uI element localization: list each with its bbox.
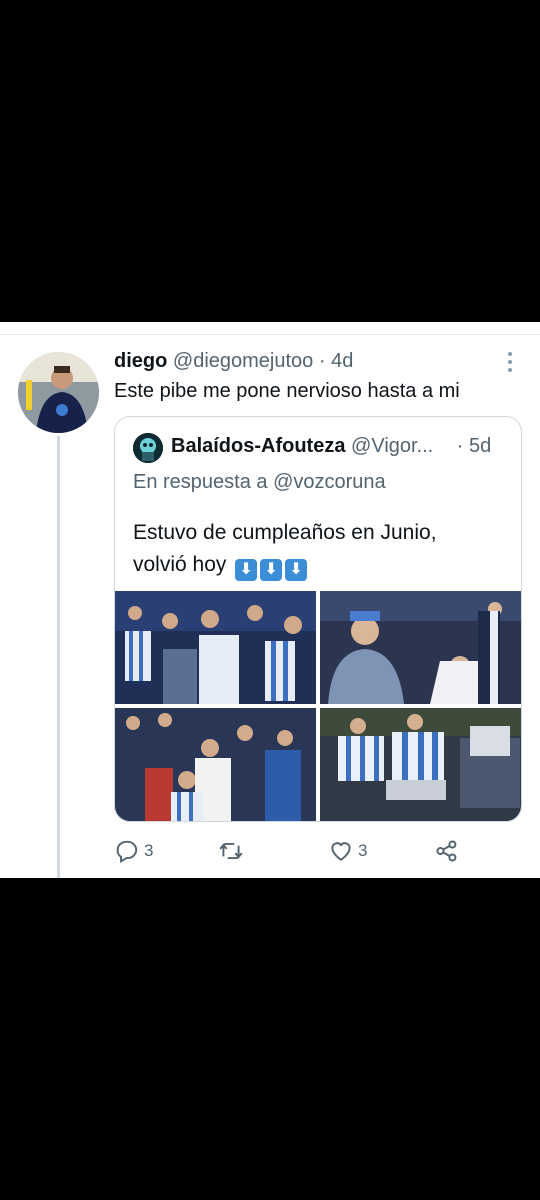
- separator: ·: [318, 350, 326, 372]
- reply-context[interactable]: En respuesta a @vozcoruna: [133, 471, 386, 494]
- quoted-tweet[interactable]: Balaídos-Afouteza @Vigor... · 5d En resp…: [114, 416, 522, 822]
- share-button[interactable]: [434, 836, 460, 866]
- author-handle[interactable]: @diegomejutoo: [173, 350, 313, 372]
- tweet-header: diego @diegomejutoo · 4d: [114, 350, 353, 373]
- like-count: 3: [358, 841, 368, 860]
- photo-2[interactable]: [320, 591, 521, 704]
- retweet-button[interactable]: [218, 836, 248, 866]
- quoted-time[interactable]: 5d: [469, 435, 491, 457]
- thread-line: [57, 436, 60, 878]
- reply-count: 3: [144, 841, 154, 860]
- quoted-author-avatar[interactable]: [133, 433, 163, 463]
- photo-3[interactable]: [115, 708, 316, 821]
- quoted-text-line2: volvió hoy ⬇ ⬇ ⬇: [133, 549, 513, 581]
- quoted-author-name[interactable]: Balaídos-Afouteza: [171, 435, 345, 457]
- share-icon: [436, 840, 457, 862]
- down-arrow-emoji: ⬇: [285, 559, 308, 581]
- quoted-header: Balaídos-Afouteza @Vigor... · 5d: [171, 435, 491, 458]
- like-icon: [331, 842, 351, 861]
- tweet-time[interactable]: 4d: [331, 350, 353, 372]
- photo-4[interactable]: [320, 708, 521, 821]
- media-grid: [115, 591, 521, 821]
- photo-1[interactable]: [115, 591, 316, 704]
- action-bar: 3 3: [114, 836, 524, 866]
- tweet-text: Este pibe me pone nervioso hasta a mi: [114, 380, 460, 402]
- like-button[interactable]: 3: [328, 836, 367, 866]
- reply-button[interactable]: 3: [114, 836, 153, 866]
- quoted-author-handle[interactable]: @Vigor...: [351, 435, 433, 457]
- quoted-text-line1: Estuvo de cumpleaños en Junio,: [133, 521, 437, 544]
- divider: [0, 322, 540, 335]
- reply-icon: [116, 840, 138, 864]
- author-name[interactable]: diego: [114, 350, 167, 372]
- quoted-text-line2-words: volvió hoy: [133, 553, 227, 576]
- down-arrow-emoji: ⬇: [235, 559, 258, 581]
- separator: ·: [456, 435, 464, 457]
- more-icon[interactable]: [504, 352, 516, 374]
- author-avatar[interactable]: [18, 352, 99, 433]
- down-arrow-emoji: ⬇: [260, 559, 283, 581]
- quoted-text: Estuvo de cumpleaños en Junio, volvió ho…: [133, 517, 513, 581]
- retweet-icon: [219, 842, 243, 860]
